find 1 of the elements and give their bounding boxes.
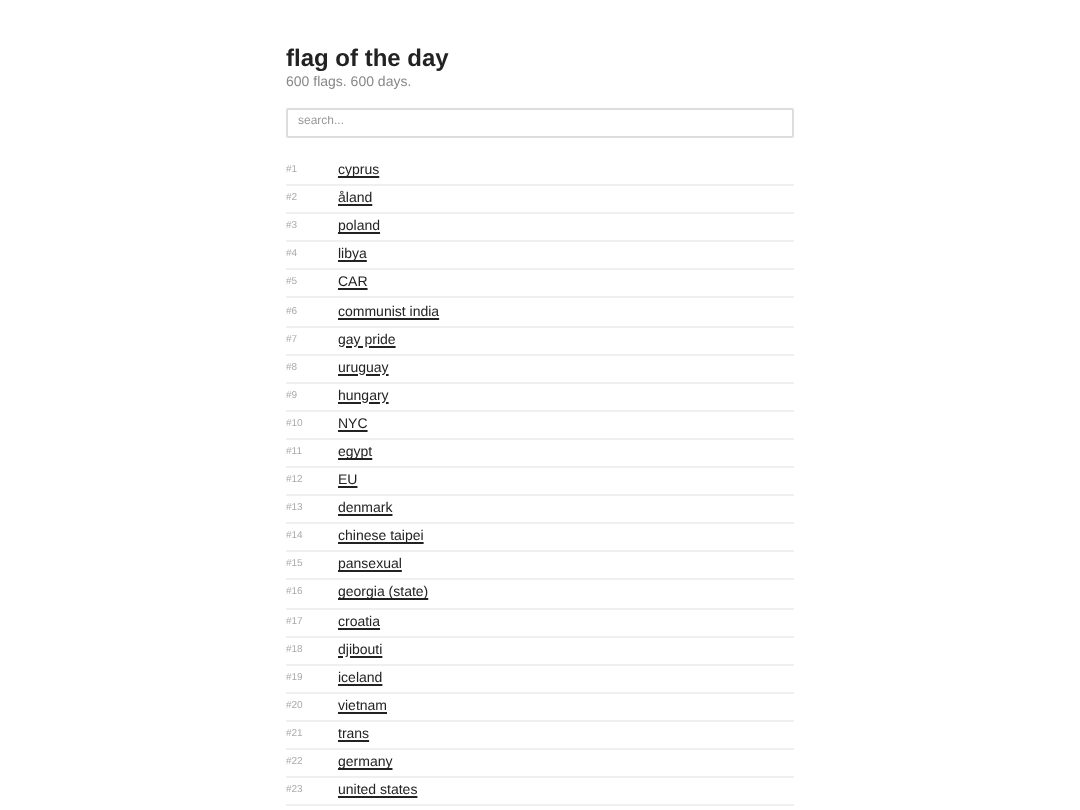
page-title: flag of the day	[286, 44, 449, 72]
